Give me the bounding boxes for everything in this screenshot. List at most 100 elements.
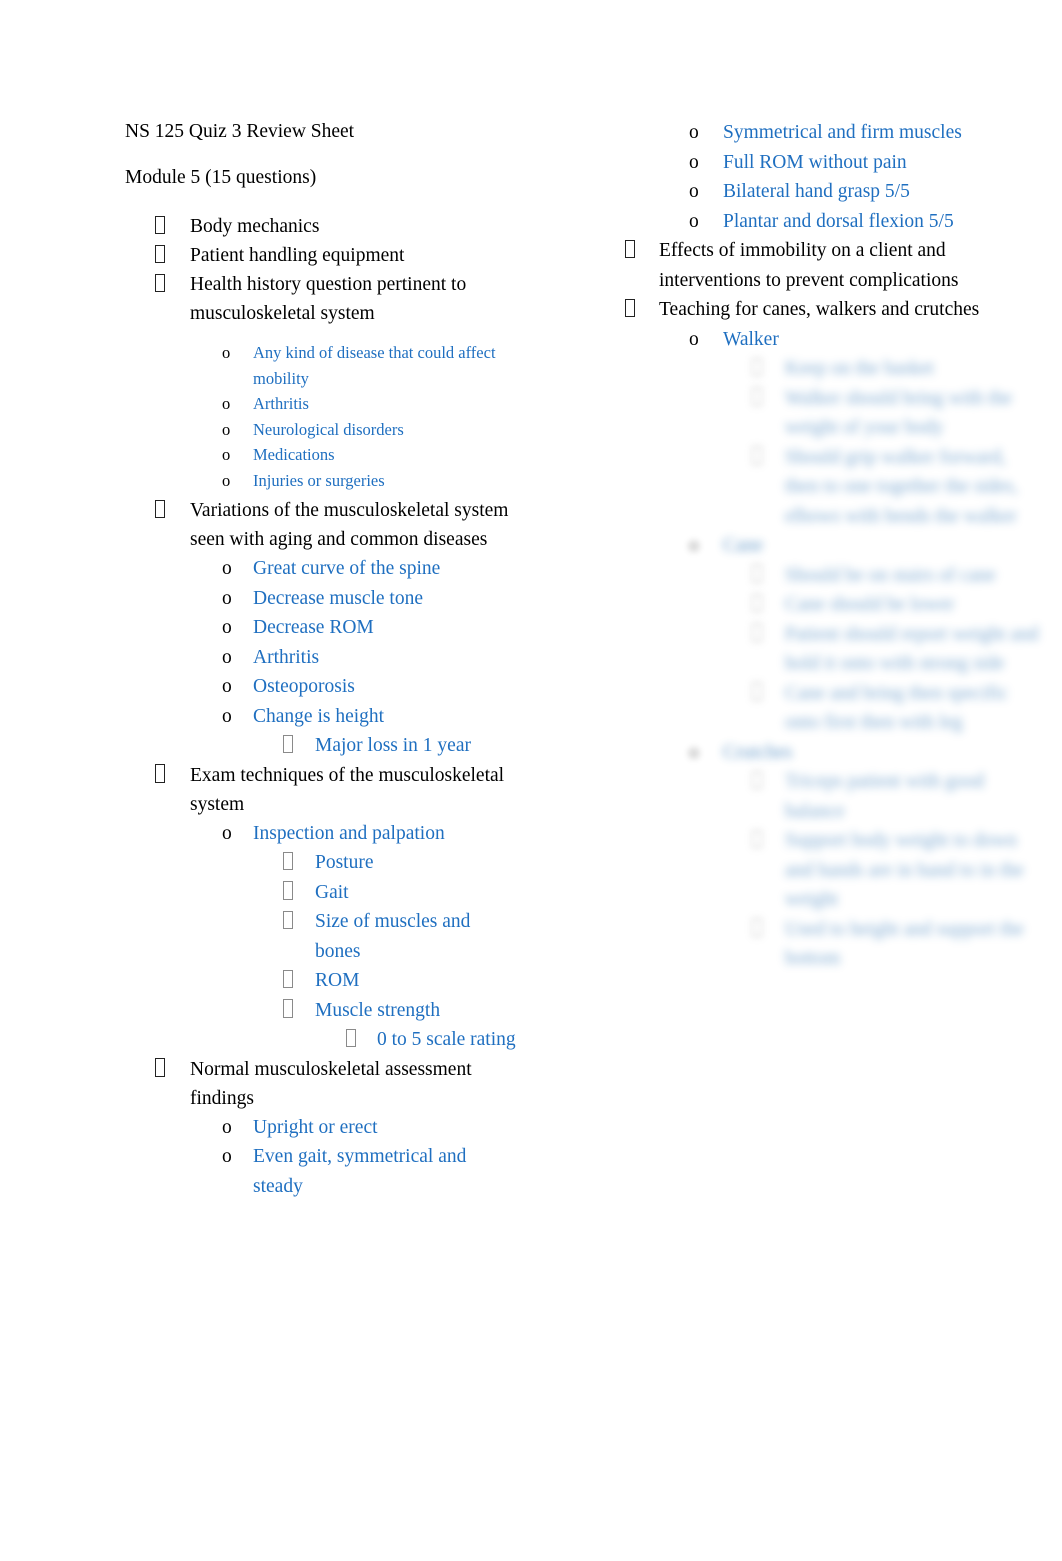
bullet-o-icon: o xyxy=(689,210,699,232)
bullet-o-icon: o xyxy=(222,1116,232,1138)
list-item: 0 to 5 scale rating xyxy=(125,1025,517,1055)
list-item-label: Size of muscles and bones xyxy=(315,911,471,962)
list-item-redacted: Keep on the basket xyxy=(597,354,1040,384)
list-item-label: Any kind of disease that could affect mo… xyxy=(253,343,496,388)
list-item-label: Bilateral hand grasp 5/5 xyxy=(723,181,910,202)
list-item: ROM xyxy=(125,966,517,996)
bullet-o-icon: o xyxy=(689,122,699,143)
list-item: Size of muscles and bones xyxy=(125,907,517,966)
list-item: Gait xyxy=(125,878,517,908)
list-item: o Full ROM without pain xyxy=(597,148,1040,178)
list-item: o Injuries or surgeries xyxy=(125,468,517,494)
bullet-o-icon: o xyxy=(222,676,232,697)
list-item-redacted: o Cane xyxy=(597,531,1040,561)
bullet-square-icon xyxy=(752,915,782,945)
bullet-square-icon xyxy=(625,236,655,266)
bullet-o-icon: o xyxy=(222,617,232,638)
list-item-label: Osteoporosis xyxy=(253,676,355,697)
module-heading: Module 5 (15 questions) xyxy=(120,164,323,198)
bullet-square-icon xyxy=(752,354,782,384)
bullet-o-icon: o xyxy=(222,587,232,609)
list-item: Variations of the musculoskeletal system… xyxy=(125,496,517,554)
list-item-label: Inspection and palpation xyxy=(253,822,445,844)
list-item-label: Medications xyxy=(253,445,335,464)
list-item-label: Keep on the basket xyxy=(785,358,934,379)
list-item: Posture xyxy=(125,848,517,878)
bullet-o-icon: o xyxy=(222,394,231,413)
left-column: NS 125 Quiz 3 Review Sheet Module 5 (15 … xyxy=(0,118,531,1201)
list-item: o Arthritis xyxy=(125,643,517,673)
list-item: o Medications xyxy=(125,442,517,468)
list-item-redacted: Triceps patient with good balance xyxy=(597,767,1040,826)
bullet-square-icon xyxy=(625,295,655,325)
list-item-label: Walker xyxy=(723,328,779,350)
list-item-redacted: Used to height and support the bottom xyxy=(597,915,1040,974)
bullet-o-icon: o xyxy=(222,705,232,727)
list-item-label: Cane xyxy=(723,535,764,556)
list-item-label: Decrease muscle tone xyxy=(253,587,423,609)
list-item-label: Patient handling equipment xyxy=(190,245,405,266)
bullet-square-icon xyxy=(346,1025,376,1055)
bullet-square-icon xyxy=(155,241,185,270)
list-item: Teaching for canes, walkers and crutches xyxy=(597,295,1040,325)
list-item-redacted: Patient should report weight and hold it… xyxy=(597,620,1040,679)
list-item: Major loss in 1 year xyxy=(125,731,517,761)
bullet-square-icon xyxy=(752,620,782,650)
list-item-label: Variations of the musculoskeletal system… xyxy=(190,500,509,550)
list-item-label: Normal musculoskeletal assessment findin… xyxy=(190,1058,472,1109)
bullet-o-icon: o xyxy=(689,151,699,173)
list-item-label: Upright or erect xyxy=(253,1116,378,1138)
bullet-o-icon: o xyxy=(222,558,232,579)
list-item-label: Arthritis xyxy=(253,646,320,668)
list-item: o Decrease ROM xyxy=(125,613,517,643)
list-item-label: Should be on stairs of cane xyxy=(785,564,996,586)
bullet-square-icon xyxy=(283,996,313,1026)
list-item-label: Crutches xyxy=(723,741,793,763)
list-item: Effects of immobility on a client and in… xyxy=(597,236,1040,295)
list-item-label: Decrease ROM xyxy=(253,617,374,638)
list-item-label: Neurological disorders xyxy=(253,419,404,439)
list-item: o Symmetrical and firm muscles xyxy=(597,118,1040,148)
bullet-square-icon xyxy=(155,761,185,790)
bullet-o-icon: o xyxy=(222,419,231,439)
list-item-label: Used to height and support the bottom xyxy=(785,918,1024,970)
bullet-o-icon: o xyxy=(222,646,232,668)
bullet-square-icon xyxy=(752,826,782,856)
list-item: Patient handling equipment xyxy=(125,241,517,270)
list-item: o Decrease muscle tone xyxy=(125,584,517,614)
bullet-square-icon xyxy=(283,907,313,937)
list-item: o Osteoporosis xyxy=(125,672,517,702)
bullet-square-icon xyxy=(155,270,185,299)
list-item-label: Walker should bring with the weight of y… xyxy=(785,387,1012,439)
list-item-redacted: Should grip walker forward, then to one … xyxy=(597,443,1040,532)
list-item-label: Exam techniques of the musculoskeletal s… xyxy=(190,764,505,815)
list-item-label: Arthritis xyxy=(253,394,309,413)
list-item-label: ROM xyxy=(315,970,360,991)
bullet-o-icon: o xyxy=(222,1146,232,1167)
list-item-redacted: Walker should bring with the weight of y… xyxy=(597,384,1040,443)
list-item: o Change is height xyxy=(125,702,517,732)
list-item-label: Major loss in 1 year xyxy=(315,735,471,756)
list-item: o Bilateral hand grasp 5/5 xyxy=(597,177,1040,207)
list-item-redacted: Support body weight to down and hands ar… xyxy=(597,826,1040,915)
bullet-square-icon xyxy=(283,878,313,908)
list-item-label: Teaching for canes, walkers and crutches xyxy=(659,299,980,320)
list-item: o Upright or erect xyxy=(125,1113,517,1143)
list-item: o Plantar and dorsal flexion 5/5 xyxy=(597,207,1040,237)
list-item-label: Injuries or surgeries xyxy=(253,470,385,490)
list-item-label: Full ROM without pain xyxy=(723,151,907,173)
list-item: o Inspection and palpation xyxy=(125,819,517,849)
bullet-square-icon xyxy=(155,1055,185,1084)
bullet-square-icon xyxy=(752,590,782,620)
list-item: Health history question pertinent to mus… xyxy=(125,270,517,328)
list-item-label: Effects of immobility on a client and in… xyxy=(659,240,959,291)
list-item-redacted: Should be on stairs of cane xyxy=(597,561,1040,591)
bullet-square-icon xyxy=(752,767,782,797)
list-item: o Arthritis xyxy=(125,391,517,417)
bullet-o-icon: o xyxy=(689,328,699,350)
list-item-label: Should grip walker forward, then to one … xyxy=(785,446,1018,527)
bullet-square-icon xyxy=(752,443,782,473)
list-item-label: Posture xyxy=(315,852,374,873)
bullet-o-icon: o xyxy=(689,535,699,556)
list-item: o Neurological disorders xyxy=(125,417,517,443)
